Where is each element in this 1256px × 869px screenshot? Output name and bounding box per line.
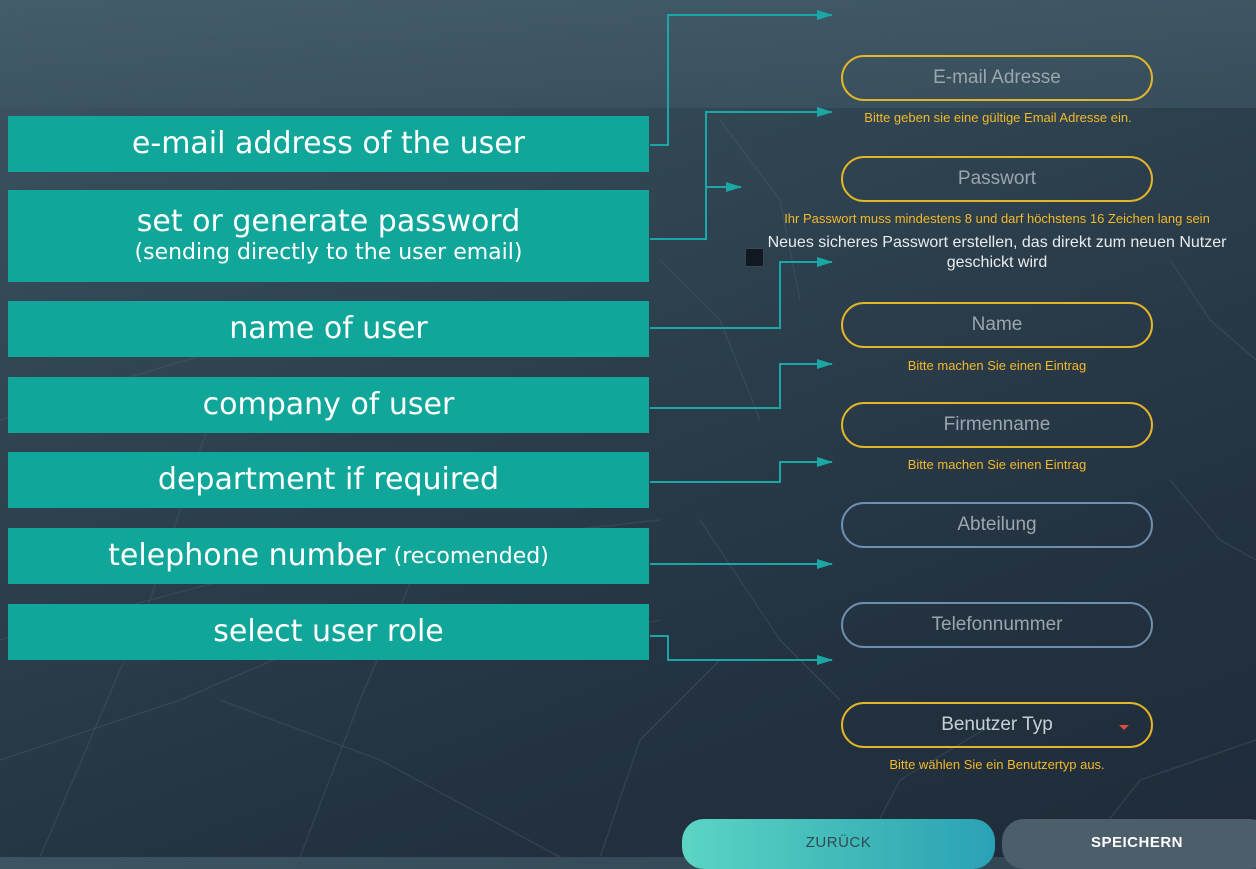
connector-department bbox=[650, 457, 833, 483]
name-hint: Bitte machen Sie einen Eintrag bbox=[907, 358, 1087, 373]
password-field[interactable] bbox=[841, 156, 1153, 202]
annotation-email: e-mail address of the user bbox=[8, 116, 649, 172]
annotation-telephone-subtext: (recomended) bbox=[393, 543, 549, 569]
annotation-department: department if required bbox=[8, 452, 649, 508]
annotation-telephone-text: telephone number bbox=[108, 538, 386, 573]
name-input[interactable] bbox=[843, 313, 1151, 337]
annotation-role: select user role bbox=[8, 604, 649, 660]
annotation-company-text: company of user bbox=[202, 387, 455, 422]
annotation-telephone: telephone number (recomended) bbox=[8, 528, 649, 584]
back-button-label: ZURÜCK bbox=[805, 834, 872, 851]
user-type-label: Benutzer Typ bbox=[941, 714, 1053, 735]
connector-company bbox=[650, 359, 833, 409]
annotation-password-subtext: (sending directly to the user email) bbox=[134, 240, 523, 265]
back-button[interactable]: ZURÜCK bbox=[682, 819, 995, 869]
annotation-password: set or generate password (sending direct… bbox=[8, 190, 649, 282]
annotation-role-text: select user role bbox=[213, 614, 444, 649]
company-input[interactable] bbox=[843, 413, 1151, 437]
generate-password-checkbox[interactable] bbox=[745, 248, 764, 267]
email-input[interactable] bbox=[843, 66, 1151, 90]
department-input[interactable] bbox=[843, 513, 1151, 537]
telephone-field[interactable] bbox=[841, 602, 1153, 648]
annotation-password-text: set or generate password bbox=[136, 204, 521, 239]
connector-role bbox=[650, 635, 833, 665]
annotation-email-text: e-mail address of the user bbox=[131, 126, 526, 161]
department-field[interactable] bbox=[841, 502, 1153, 548]
connector-email bbox=[650, 10, 833, 146]
company-hint: Bitte machen Sie einen Eintrag bbox=[907, 457, 1087, 472]
name-field[interactable] bbox=[841, 302, 1153, 348]
save-button-label: SPEICHERN bbox=[1090, 834, 1184, 851]
password-hint: Ihr Passwort muss mindestens 8 und darf … bbox=[784, 211, 1210, 226]
user-type-select[interactable]: Benutzer Typ bbox=[841, 702, 1153, 748]
dropdown-caret-icon bbox=[1119, 725, 1129, 730]
annotation-name: name of user bbox=[8, 301, 649, 357]
save-button[interactable]: SPEICHERN bbox=[1002, 819, 1256, 869]
email-hint: Bitte geben sie eine gültige Email Adres… bbox=[864, 110, 1132, 125]
company-field[interactable] bbox=[841, 402, 1153, 448]
annotation-company: company of user bbox=[8, 377, 649, 433]
password-input[interactable] bbox=[843, 167, 1151, 191]
telephone-input[interactable] bbox=[843, 613, 1151, 637]
generate-password-label[interactable]: Neues sicheres Passwort erstellen, das d… bbox=[766, 233, 1228, 273]
annotation-department-text: department if required bbox=[157, 462, 500, 497]
annotation-name-text: name of user bbox=[229, 311, 428, 346]
email-field[interactable] bbox=[841, 55, 1153, 101]
user-type-hint: Bitte wählen Sie ein Benutzertyp aus. bbox=[889, 757, 1105, 772]
